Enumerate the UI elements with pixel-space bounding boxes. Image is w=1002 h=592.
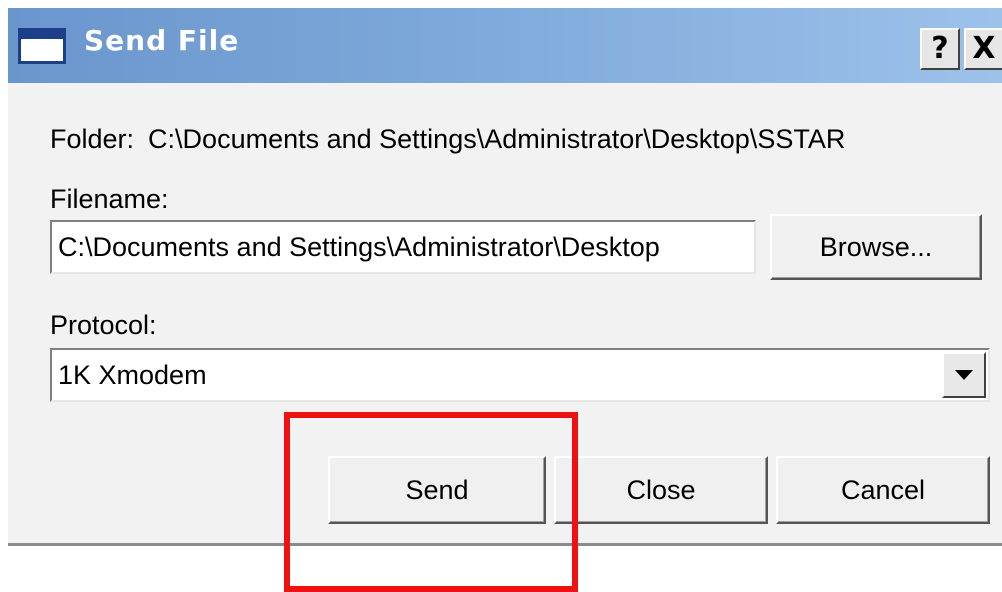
protocol-label: Protocol: — [50, 310, 157, 340]
send-button[interactable]: Send — [328, 456, 546, 524]
protocol-select[interactable]: 1K Xmodem — [50, 348, 990, 402]
filename-label: Filename: — [50, 184, 169, 214]
folder-label: Folder: — [50, 124, 135, 154]
help-button[interactable]: ? — [920, 28, 960, 70]
chevron-down-icon[interactable] — [942, 352, 986, 398]
close-button[interactable]: Close — [554, 456, 768, 524]
send-file-dialog: Send File ? X Folder: C:\Documents and Se… — [8, 8, 1002, 546]
browse-button[interactable]: Browse... — [770, 214, 982, 280]
cancel-button[interactable]: Cancel — [776, 456, 990, 524]
title-bar[interactable]: Send File ? X — [8, 8, 1002, 83]
window-title: Send File — [84, 24, 240, 57]
folder-path: C:\Documents and Settings\Administrator\… — [148, 124, 846, 154]
protocol-selected-value: 1K Xmodem — [58, 360, 207, 390]
filename-input[interactable]: C:\Documents and Settings\Administrator\… — [50, 220, 756, 274]
close-window-button[interactable]: X — [964, 28, 1002, 70]
folder-row: Folder: C:\Documents and Settings\Adminis… — [50, 124, 845, 155]
window-icon — [18, 28, 66, 64]
